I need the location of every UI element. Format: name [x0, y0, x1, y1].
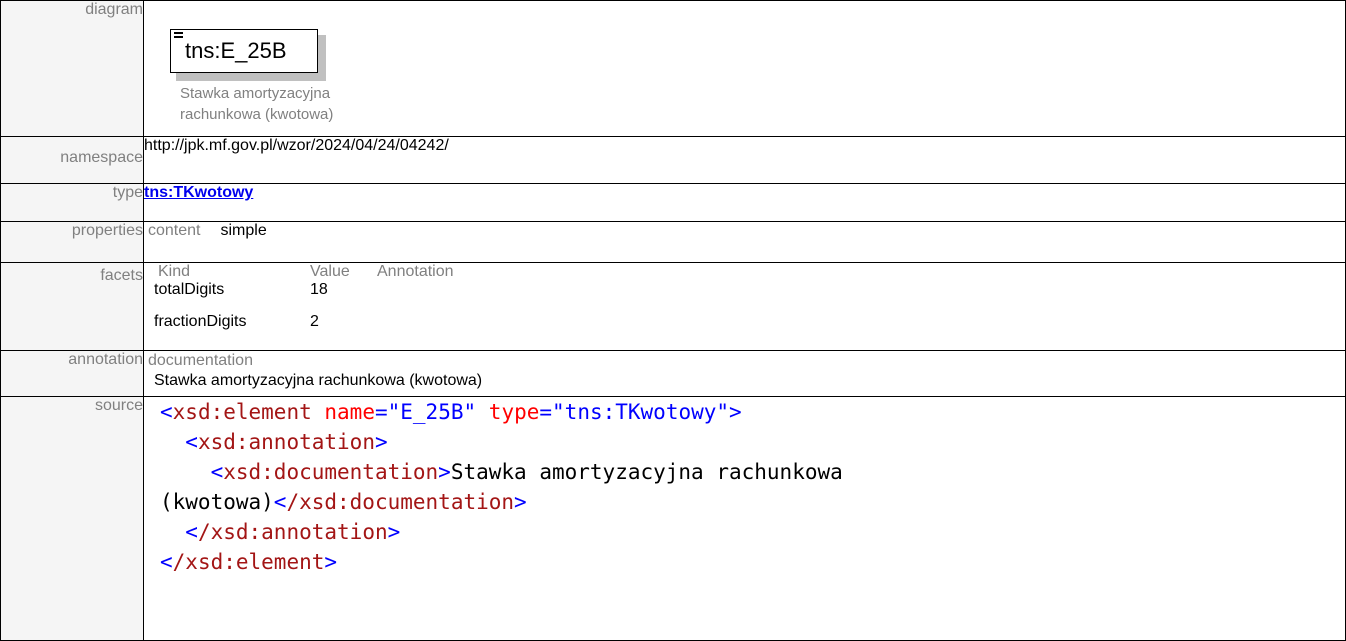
source-line-2: <xsd:annotation>	[185, 430, 388, 454]
description-line-1: Stawka amortyzacyjna	[180, 85, 331, 102]
property-value: simple	[220, 222, 267, 239]
label-namespace: namespace	[0, 136, 144, 184]
diagram-cell: tns:E_25B Stawka amortyzacyjna rachunkow…	[143, 0, 1346, 137]
element-diagram: tns:E_25B Stawka amortyzacyjna rachunkow…	[144, 1, 1345, 136]
description-line-2: rachunkowa (kwotowa)	[180, 106, 334, 123]
type-cell: tns:TKwotowy	[143, 183, 1346, 222]
source-code: <xsd:element name="E_25B" type="tns:TKwo…	[143, 396, 1346, 641]
property-key: content	[148, 222, 201, 239]
facets-header-annotation: Annotation	[377, 263, 454, 280]
annotation-lines-icon	[174, 32, 183, 40]
source-line-3: <xsd:documentation>Stawka amortyzacyjna …	[210, 460, 843, 484]
facets-header: Kind Value Annotation	[144, 263, 1345, 281]
annotation-value: Stawka amortyzacyjna rachunkowa (kwotowa…	[154, 372, 483, 389]
row-diagram: diagram tns:E_25B Stawka amortyzacyjna r…	[0, 0, 1346, 137]
annotation-cell: documentation Stawka amortyzacyjna rachu…	[143, 350, 1346, 397]
facets-cell: Kind Value Annotation totalDigits 18 fra…	[143, 262, 1346, 351]
label-annotation: annotation	[0, 350, 144, 397]
source-line-6: </xsd:element>	[160, 550, 338, 574]
properties-cell: content simple	[143, 221, 1346, 263]
source-line-4: (kwotowa)</xsd:documentation>	[160, 490, 527, 514]
facets-header-kind: Kind	[158, 263, 191, 280]
source-line-1: <xsd:element name="E_25B" type="tns:TKwo…	[160, 400, 742, 424]
row-type: type tns:TKwotowy	[0, 183, 1346, 222]
label-source: source	[0, 396, 144, 641]
element-box[interactable]: tns:E_25B	[170, 29, 318, 73]
facet-row: fractionDigits 2	[144, 313, 1345, 345]
label-diagram: diagram	[0, 0, 144, 137]
label-type: type	[0, 183, 144, 222]
row-properties: properties content simple	[0, 221, 1346, 263]
source-line-5: </xsd:annotation>	[185, 520, 401, 544]
row-facets: facets Kind Value Annotation totalDigits…	[0, 262, 1346, 351]
facets-header-value: Value	[310, 263, 350, 280]
label-properties: properties	[0, 221, 144, 263]
facet-kind: fractionDigits	[154, 313, 247, 330]
facet-row: totalDigits 18	[144, 281, 1345, 313]
element-description: Stawka amortyzacyjna rachunkowa (kwotowa…	[180, 83, 420, 125]
type-link[interactable]: tns:TKwotowy	[144, 184, 253, 201]
row-namespace: namespace http://jpk.mf.gov.pl/wzor/2024…	[0, 136, 1346, 184]
row-annotation: annotation documentation Stawka amortyza…	[0, 350, 1346, 397]
schema-doc-table: diagram tns:E_25B Stawka amortyzacyjna r…	[0, 0, 1346, 641]
facet-kind: totalDigits	[154, 281, 225, 298]
row-source: source <xsd:element name="E_25B" type="t…	[0, 396, 1346, 641]
label-facets: facets	[0, 262, 144, 351]
namespace-value: http://jpk.mf.gov.pl/wzor/2024/04/24/042…	[143, 136, 1346, 184]
facet-value: 2	[310, 313, 319, 330]
element-name: tns:E_25B	[185, 38, 287, 63]
annotation-key: documentation	[148, 352, 253, 369]
facet-value: 18	[310, 281, 328, 298]
